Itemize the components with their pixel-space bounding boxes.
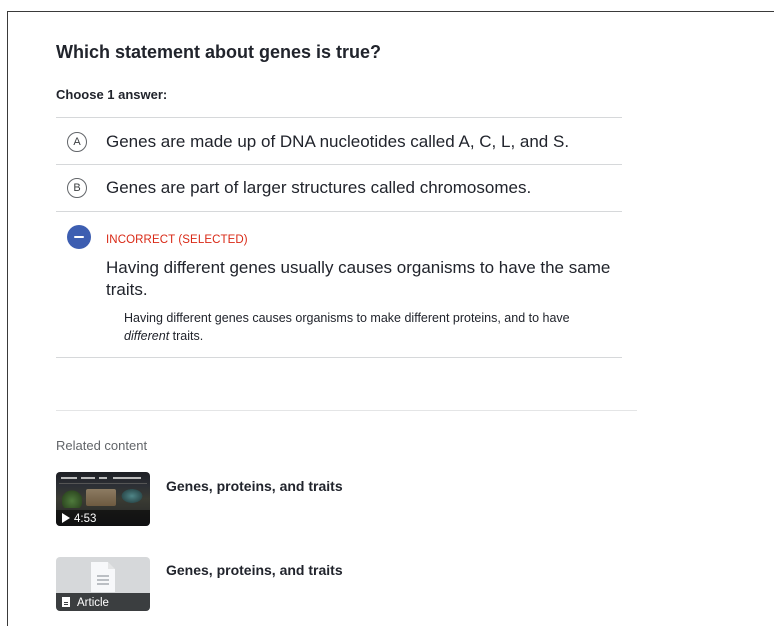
article-badge: Article (77, 597, 109, 609)
choice-divider (56, 117, 622, 118)
answer-rationale: Having different genes causes organisms … (124, 309, 614, 345)
thumbnail-plant (62, 490, 82, 508)
article-icon (62, 597, 70, 607)
section-divider (56, 410, 637, 411)
rationale-text: Having different genes causes organisms … (124, 311, 570, 325)
related-item-title[interactable]: Genes, proteins, and traits (166, 478, 343, 494)
rationale-end: traits. (169, 329, 204, 343)
choice-letter-b: B (67, 178, 87, 198)
duration-bar (56, 510, 150, 526)
thumbnail-strip (59, 475, 147, 484)
choice-letter-a: A (67, 132, 87, 152)
article-thumbnail[interactable]: Article (56, 557, 150, 611)
choice-divider (56, 357, 622, 358)
thumbnail-animals (86, 489, 116, 506)
related-content-heading: Related content (56, 438, 148, 453)
choice-divider (56, 164, 622, 165)
choice-divider (56, 211, 622, 212)
choice-c-text: Having different genes usually causes or… (106, 258, 611, 299)
choice-b-text: Genes are part of larger structures call… (106, 178, 532, 197)
play-icon (62, 513, 70, 523)
thumbnail-creature (120, 488, 144, 504)
related-item-title[interactable]: Genes, proteins, and traits (166, 562, 343, 578)
choice-a-text: Genes are made up of DNA nucleotides cal… (106, 132, 570, 151)
rationale-emphasis: different (124, 329, 170, 343)
choose-answer-label: Choose 1 answer: (56, 87, 168, 102)
video-duration: 4:53 (74, 513, 97, 525)
incorrect-selected-icon (67, 225, 91, 249)
video-thumbnail[interactable]: 4:53 (56, 472, 150, 526)
document-icon (91, 562, 115, 592)
incorrect-selected-label: INCORRECT (SELECTED) (106, 234, 248, 246)
question-title: Which statement about genes is true? (56, 42, 382, 62)
